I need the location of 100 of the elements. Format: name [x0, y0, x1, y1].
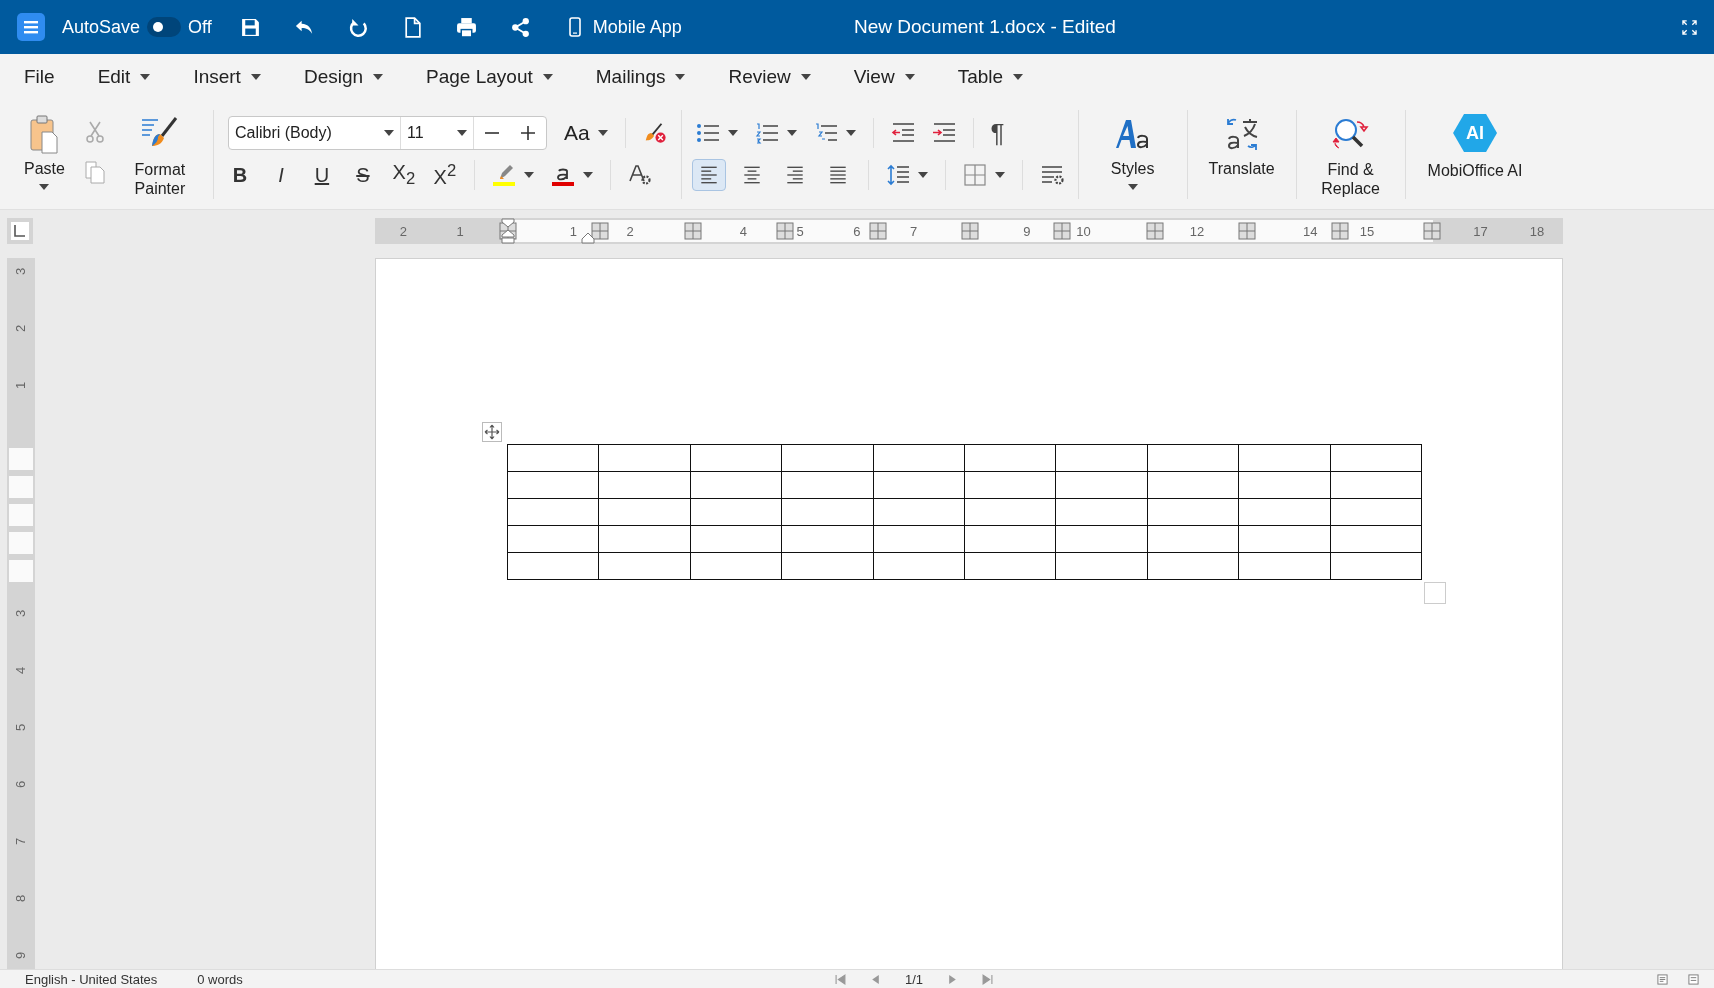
show-formatting-button[interactable]: ¶ [990, 117, 1005, 149]
table-cell[interactable] [1147, 444, 1239, 472]
table-cell[interactable] [507, 471, 599, 499]
table-cell[interactable] [964, 498, 1056, 526]
table-cell[interactable] [598, 471, 691, 499]
table-cell[interactable] [781, 498, 874, 526]
table-cell[interactable] [507, 498, 599, 526]
table-cell[interactable] [873, 552, 965, 580]
table-cell[interactable] [1147, 552, 1239, 580]
table-cell[interactable] [1147, 525, 1239, 553]
next-page-icon[interactable] [947, 973, 959, 985]
column-marker-icon[interactable] [683, 222, 702, 240]
mobile-app-button[interactable]: Mobile App [568, 16, 682, 38]
paste-button[interactable]: Paste [20, 106, 69, 190]
line-spacing-icon[interactable] [885, 163, 910, 187]
format-button[interactable]: U [309, 163, 334, 187]
print-icon[interactable] [455, 16, 477, 38]
menu-item[interactable]: File [24, 66, 55, 88]
save-icon[interactable] [239, 16, 261, 38]
font-name-dropdown[interactable]: Calibri (Body) [228, 117, 401, 149]
format-button[interactable]: B [227, 163, 252, 187]
highlighter-icon[interactable] [491, 163, 516, 187]
print-layout-icon[interactable] [1657, 973, 1668, 985]
table-cell[interactable] [1055, 552, 1148, 580]
caret-icon[interactable] [845, 130, 856, 136]
last-page-icon[interactable] [982, 973, 994, 985]
table-cell[interactable] [781, 444, 874, 472]
menu-item[interactable]: Mailings [595, 66, 686, 88]
table-cell[interactable] [690, 444, 782, 472]
decrease-indent-icon[interactable] [890, 121, 915, 145]
table-cell[interactable] [1330, 444, 1422, 472]
table-cell[interactable] [690, 498, 782, 526]
vertical-ruler[interactable]: 3 2 1 3 4 5 6 7 8 9 [7, 258, 35, 969]
table-cell[interactable] [1055, 525, 1148, 553]
translate-button[interactable]: Translate [1201, 106, 1282, 203]
web-layout-icon[interactable] [1688, 973, 1699, 985]
column-marker-icon[interactable] [1423, 222, 1441, 240]
column-marker-icon[interactable] [776, 222, 795, 240]
table-cell[interactable] [1330, 552, 1422, 580]
table-cell[interactable] [964, 552, 1056, 580]
caret-icon[interactable] [994, 172, 1005, 178]
column-marker-icon[interactable] [1238, 222, 1257, 240]
table-cell[interactable] [1147, 471, 1239, 499]
table-cell[interactable] [1238, 498, 1330, 526]
font-settings-icon[interactable] [627, 163, 652, 187]
font-size-dropdown[interactable]: 11 [400, 117, 474, 149]
document-table[interactable] [507, 444, 1422, 580]
paragraph-settings-icon[interactable] [1039, 163, 1064, 187]
previous-page-icon[interactable] [870, 973, 881, 985]
move-handle-icon[interactable] [482, 422, 502, 442]
table-cell[interactable] [964, 471, 1056, 499]
table-cell[interactable] [873, 525, 965, 553]
table-cell[interactable] [690, 525, 782, 553]
ruler-row-marker[interactable] [9, 476, 33, 498]
caret-icon[interactable] [786, 130, 797, 136]
column-marker-icon[interactable] [961, 222, 979, 240]
ai-assistant-button[interactable]: AI MobiOffice AI [1419, 106, 1531, 203]
caret-icon[interactable] [917, 172, 928, 178]
increase-indent-icon[interactable] [931, 121, 956, 145]
table-cell[interactable] [507, 525, 599, 553]
caret-icon[interactable] [727, 130, 738, 136]
format-button[interactable]: S [350, 163, 375, 187]
menu-item[interactable]: Page Layout [426, 66, 553, 88]
increase-font-icon[interactable] [518, 124, 537, 142]
table-cell[interactable] [507, 444, 599, 472]
table-cell[interactable] [964, 525, 1056, 553]
menu-item[interactable]: Design [303, 66, 384, 88]
format-button[interactable]: I [268, 163, 293, 187]
redo-icon[interactable] [347, 16, 369, 38]
column-marker-icon[interactable] [591, 222, 610, 240]
table-cell[interactable] [598, 444, 691, 472]
styles-button[interactable]: Styles [1092, 106, 1173, 203]
bullet-list-icon[interactable] [695, 121, 720, 145]
table-cell[interactable] [873, 471, 965, 499]
table-cell[interactable] [598, 552, 691, 580]
table-cell[interactable] [1238, 444, 1330, 472]
table-resize-handle[interactable] [1423, 582, 1446, 604]
table-cell[interactable] [873, 498, 965, 526]
table-cell[interactable] [781, 525, 874, 553]
table-cell[interactable] [507, 552, 599, 580]
table-cell[interactable] [1238, 471, 1330, 499]
ruler-row-marker[interactable] [9, 504, 33, 526]
menu-item[interactable]: Insert [193, 66, 261, 88]
ruler-row-marker[interactable] [9, 560, 33, 582]
indent-marker-icon[interactable] [501, 218, 515, 244]
table-cell[interactable] [781, 552, 874, 580]
share-icon[interactable] [509, 16, 531, 38]
format-button[interactable]: X$^{2}$ [432, 161, 457, 189]
table-cell[interactable] [1330, 498, 1422, 526]
ruler-row-marker[interactable] [9, 532, 33, 554]
table-cell[interactable] [1238, 525, 1330, 553]
menu-item[interactable]: View [853, 66, 915, 88]
find-replace-button[interactable]: Find & Replace [1310, 106, 1391, 203]
column-marker-icon[interactable] [1330, 222, 1349, 240]
numbered-list-icon[interactable] [754, 121, 779, 145]
table-cell[interactable] [690, 471, 782, 499]
format-button[interactable]: X$_{2}$ [391, 161, 416, 189]
ruler-row-marker[interactable] [9, 448, 33, 470]
menu-item[interactable]: Edit [97, 66, 151, 88]
horizontal-ruler[interactable]: 2 1 1 2 4 5 6 7 9 10 12 14 15 17 18 [375, 218, 1563, 244]
